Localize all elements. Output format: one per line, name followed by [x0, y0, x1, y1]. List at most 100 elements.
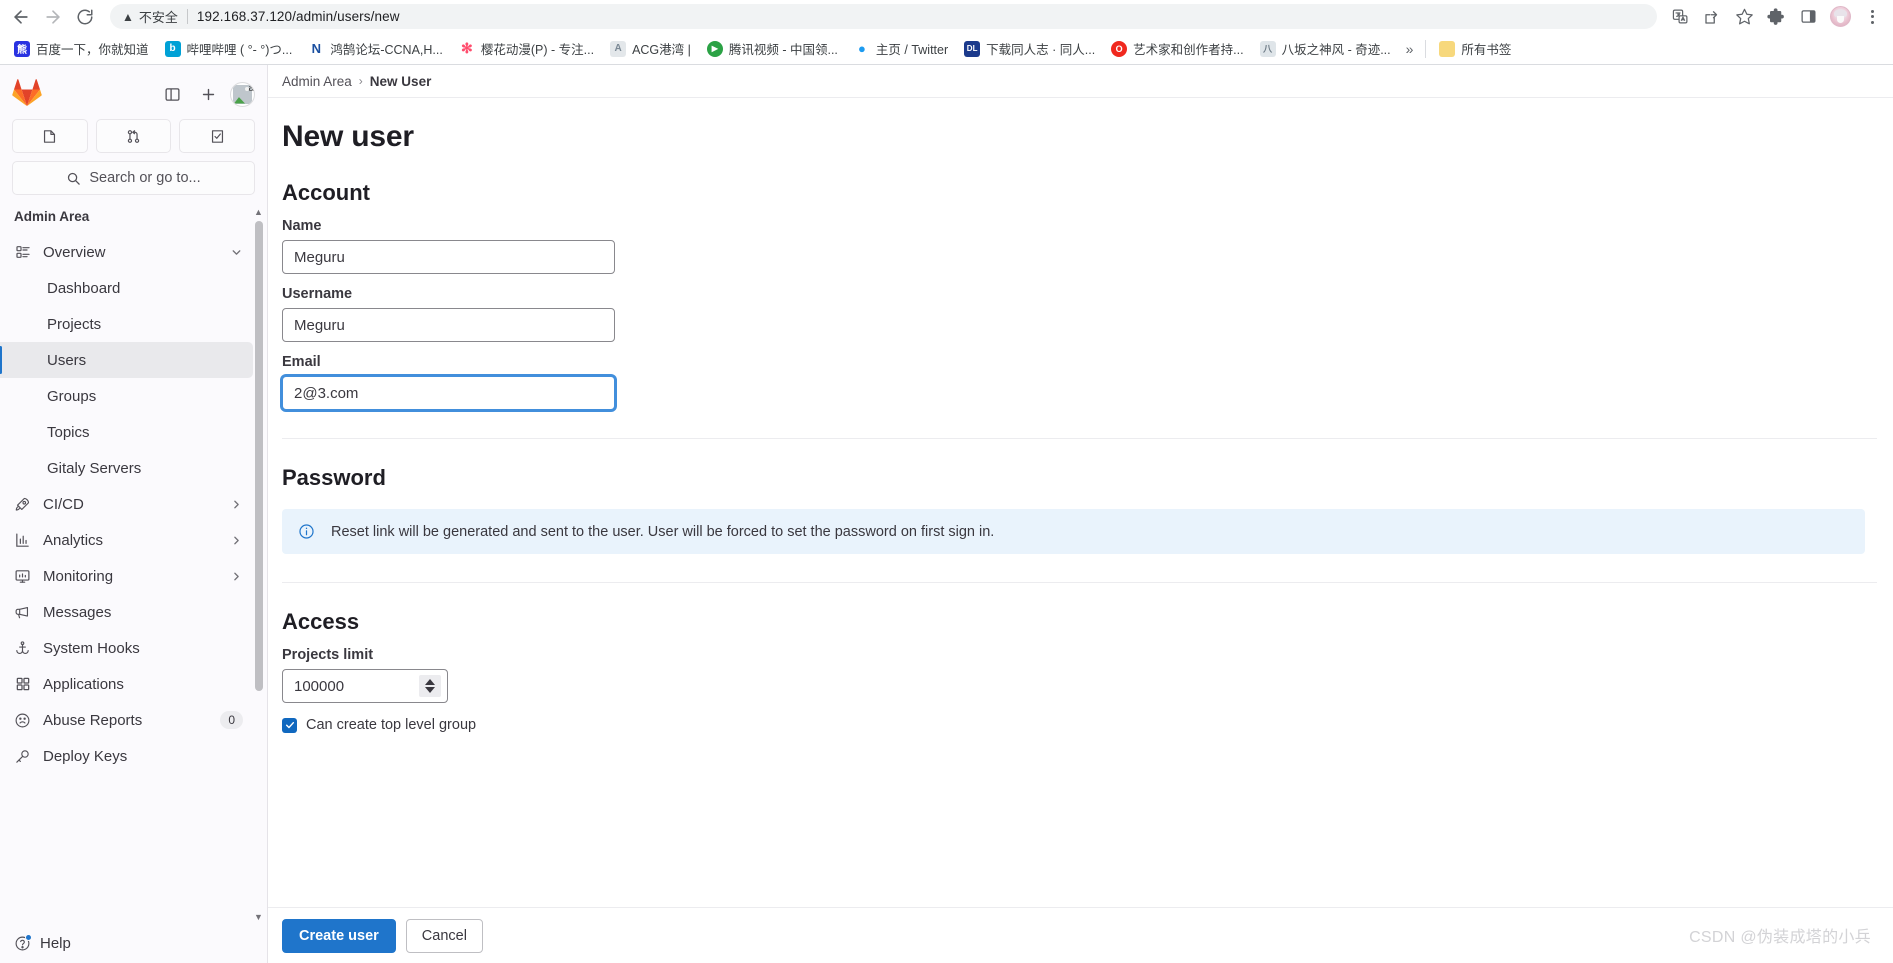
sidebar-item-analytics[interactable]: Analytics: [0, 522, 253, 558]
side-panel-icon[interactable]: [1793, 3, 1823, 31]
spinner-up-icon[interactable]: [425, 679, 435, 685]
back-button[interactable]: [6, 3, 36, 31]
bookmark-item[interactable]: DL 下载同人志 · 同人...: [956, 36, 1103, 61]
reload-button[interactable]: [70, 3, 100, 31]
watermark: CSDN @伪装成塔的小兵: [1689, 929, 1871, 946]
create-new-button[interactable]: [194, 80, 222, 108]
bookmark-item[interactable]: 熊 百度一下，你就知道: [6, 36, 157, 61]
sidebar-item-ci-cd[interactable]: CI/CD: [0, 486, 253, 522]
address-bar[interactable]: ▲ 不安全 192.168.37.120/admin/users/new: [110, 4, 1657, 29]
honghu-favicon: N: [308, 40, 325, 57]
share-icon[interactable]: [1697, 3, 1727, 31]
can-create-group-row[interactable]: Can create top level group: [282, 717, 1877, 733]
bookmark-label: 哔哩哔哩 ( °- °)つ...: [186, 43, 293, 57]
bookmark-item[interactable]: ✻ 樱花动漫(P) - 专注...: [451, 36, 602, 61]
user-avatar[interactable]: a: [230, 81, 255, 107]
yinghua-favicon: ✻: [458, 40, 475, 57]
bookmark-label: 艺术家和创作者持...: [1133, 43, 1244, 57]
name-input[interactable]: [282, 240, 615, 274]
sidebar-item-dashboard[interactable]: Dashboard: [0, 270, 253, 306]
sidebar-item-monitoring[interactable]: Monitoring: [0, 558, 253, 594]
sidebar-nav-scroll: Admin Area Overview Dashboard Projects U…: [0, 205, 267, 923]
main-content: Admin Area › New User New user Account N…: [268, 65, 1893, 963]
sidebar-item-label: Dashboard: [47, 279, 121, 297]
sidebar-scrollbar[interactable]: ▲ ▼: [253, 205, 264, 923]
profile-avatar[interactable]: [1825, 3, 1855, 31]
search-placeholder: Search or go to...: [89, 170, 201, 186]
bookmark-label: 百度一下，你就知道: [36, 43, 149, 57]
bookmark-item[interactable]: ▶ 腾讯视频 - 中国领...: [699, 36, 846, 61]
dl-favicon: DL: [964, 40, 981, 57]
key-icon: [14, 748, 31, 765]
sidebar-item-groups[interactable]: Groups: [0, 378, 253, 414]
projects-limit-label: Projects limit: [282, 647, 374, 663]
monitor-icon: [14, 568, 31, 585]
bookmark-item[interactable]: A ACG港湾 |: [602, 36, 699, 61]
gitlab-logo[interactable]: [12, 79, 42, 109]
scroll-up-arrow[interactable]: ▲: [253, 205, 264, 218]
breadcrumb-admin-area[interactable]: Admin Area: [282, 74, 352, 89]
sidebar-item-abuse-reports[interactable]: Abuse Reports 0: [0, 702, 253, 738]
issues-button[interactable]: [12, 119, 88, 153]
sidebar-item-gitaly-servers[interactable]: Gitaly Servers: [0, 450, 253, 486]
projects-limit-field-group: Projects limit: [282, 647, 1877, 703]
merge-requests-button[interactable]: [95, 119, 172, 153]
sidebar-item-overview[interactable]: Overview: [0, 234, 253, 270]
spinner-down-icon[interactable]: [425, 687, 435, 693]
sidebar-item-messages[interactable]: Messages: [0, 594, 253, 630]
sidebar-item-projects[interactable]: Projects: [0, 306, 253, 342]
sidebar-item-system-hooks[interactable]: System Hooks: [0, 630, 253, 666]
sidebar-item-label: Gitaly Servers: [47, 459, 142, 477]
all-bookmarks-label: 所有书签: [1461, 43, 1512, 57]
security-warning[interactable]: ▲ 不安全: [122, 7, 178, 26]
section-divider: [282, 438, 1877, 439]
gitlab-app: a Search or go to... Admin Area Overview…: [0, 65, 1893, 963]
name-field-group: Name: [282, 218, 1877, 274]
bookmark-item[interactable]: b 哔哩哔哩 ( °- °)つ...: [157, 36, 301, 61]
security-warning-text: 不安全: [138, 10, 178, 25]
sidebar-item-topics[interactable]: Topics: [0, 414, 253, 450]
can-create-group-label: Can create top level group: [306, 717, 477, 733]
bookmark-item[interactable]: 八 八坂之神风 - 奇迹...: [1252, 36, 1399, 61]
breadcrumb: Admin Area › New User: [268, 65, 1893, 98]
cancel-button[interactable]: Cancel: [405, 918, 483, 953]
sidebar-toggle-button[interactable]: [158, 80, 186, 108]
extensions-icon[interactable]: [1761, 3, 1791, 31]
username-input[interactable]: [282, 308, 615, 342]
breadcrumb-separator: ›: [358, 74, 363, 88]
bookmark-label: 腾讯视频 - 中国领...: [728, 43, 838, 57]
chevron-down-icon: [230, 246, 243, 259]
sidebar-item-applications[interactable]: Applications: [0, 666, 253, 702]
translate-icon[interactable]: [1665, 3, 1695, 31]
bookmark-item[interactable]: N 鸿鹄论坛-CCNA,H...: [300, 36, 451, 61]
forward-button[interactable]: [38, 3, 68, 31]
page-title: New user: [282, 120, 414, 153]
sidebar-item-label: Analytics: [43, 531, 104, 549]
frown-icon: [14, 712, 31, 729]
browser-chrome: ▲ 不安全 192.168.37.120/admin/users/new 熊 百…: [0, 0, 1893, 65]
can-create-group-checkbox[interactable]: [282, 717, 297, 733]
sidebar-item-deploy-keys[interactable]: Deploy Keys: [0, 738, 253, 774]
chrome-menu-icon[interactable]: [1857, 3, 1887, 31]
scroll-down-arrow[interactable]: ▼: [253, 910, 264, 923]
number-spinner[interactable]: [419, 675, 441, 697]
bookmark-item[interactable]: O 艺术家和创作者持...: [1103, 36, 1251, 61]
url-text: 192.168.37.120/admin/users/new: [196, 9, 400, 24]
omnibox-divider: [186, 9, 188, 24]
search-input[interactable]: Search or go to...: [12, 161, 255, 195]
password-info-alert: Reset link will be generated and sent to…: [282, 509, 1865, 554]
bookmark-label: 鸿鹄论坛-CCNA,H...: [330, 43, 443, 57]
email-input[interactable]: [282, 376, 615, 410]
todos-button[interactable]: [179, 119, 256, 153]
sidebar-item-help[interactable]: Help: [0, 923, 267, 963]
sidebar-item-users[interactable]: Users: [0, 342, 253, 378]
bookmark-item[interactable]: ● 主页 / Twitter: [846, 36, 956, 61]
bookmarks-divider: [1425, 39, 1427, 58]
sidebar-scrollbar-thumb[interactable]: [255, 221, 263, 691]
create-user-button[interactable]: Create user: [282, 918, 396, 953]
bookmarks-bar: 熊 百度一下，你就知道 b 哔哩哔哩 ( °- °)つ... N 鸿鹄论坛-CC…: [0, 33, 1893, 65]
help-label: Help: [40, 934, 71, 952]
bookmark-star-icon[interactable]: [1729, 3, 1759, 31]
all-bookmarks-item[interactable]: 所有书签: [1431, 36, 1519, 61]
bookmarks-overflow-button[interactable]: »: [1399, 39, 1421, 59]
